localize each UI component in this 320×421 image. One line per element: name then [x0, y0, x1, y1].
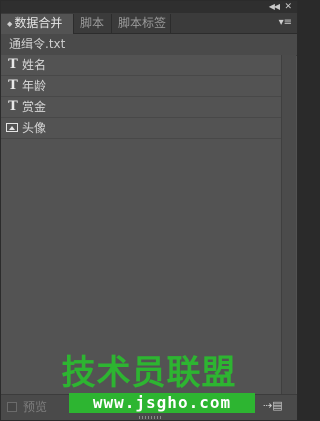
list-item[interactable]: 头像 — [1, 118, 282, 139]
field-list: T 姓名 T 年龄 T 赏金 头像 — [1, 55, 282, 395]
preview-checkbox[interactable] — [7, 402, 17, 412]
panel-titlebar: ◀◀ ✕ — [1, 1, 297, 13]
tab-label: 数据合并 — [14, 16, 63, 30]
field-label: 赏金 — [22, 100, 47, 114]
create-merged-document-icon[interactable]: ⇢▤ — [263, 400, 283, 412]
list-item[interactable]: T 赏金 — [1, 97, 282, 118]
tab-bar: ◆ 数据合并 脚本 脚本标签 ▾≡ — [1, 13, 297, 34]
text-field-icon: T — [8, 78, 18, 93]
tab-expand-icon: ◆ — [7, 20, 13, 28]
preview-label: 预览 — [23, 400, 48, 414]
resize-grip-icon[interactable] — [139, 416, 161, 419]
panel-menu-icon[interactable]: ▾≡ — [279, 16, 292, 30]
list-item[interactable]: T 姓名 — [1, 55, 282, 76]
tab-script-label[interactable]: 脚本标签 — [112, 14, 171, 33]
text-field-icon: T — [8, 99, 18, 114]
data-merge-panel: ◀◀ ✕ ◆ 数据合并 脚本 脚本标签 ▾≡ 通缉令.txt T 姓名 T 年龄 … — [0, 0, 298, 421]
list-item[interactable]: T 年龄 — [1, 76, 282, 97]
data-source-bar: 通缉令.txt — [1, 34, 297, 56]
tab-script[interactable]: 脚本 — [74, 14, 112, 33]
panel-footer: 预览 ⇢▤ — [1, 394, 297, 420]
collapse-panel-icon[interactable]: ◀◀ — [269, 1, 280, 13]
image-field-icon — [6, 123, 18, 132]
tab-label: 脚本 — [80, 16, 105, 30]
field-label: 头像 — [22, 121, 47, 135]
vertical-scrollbar[interactable] — [281, 55, 296, 395]
field-label: 年龄 — [22, 79, 47, 93]
field-label: 姓名 — [22, 58, 47, 72]
tab-label: 脚本标签 — [118, 16, 167, 30]
data-source-filename: 通缉令.txt — [9, 37, 66, 51]
close-panel-icon[interactable]: ✕ — [284, 1, 292, 13]
text-field-icon: T — [8, 57, 18, 72]
tab-data-merge[interactable]: ◆ 数据合并 — [1, 14, 74, 34]
